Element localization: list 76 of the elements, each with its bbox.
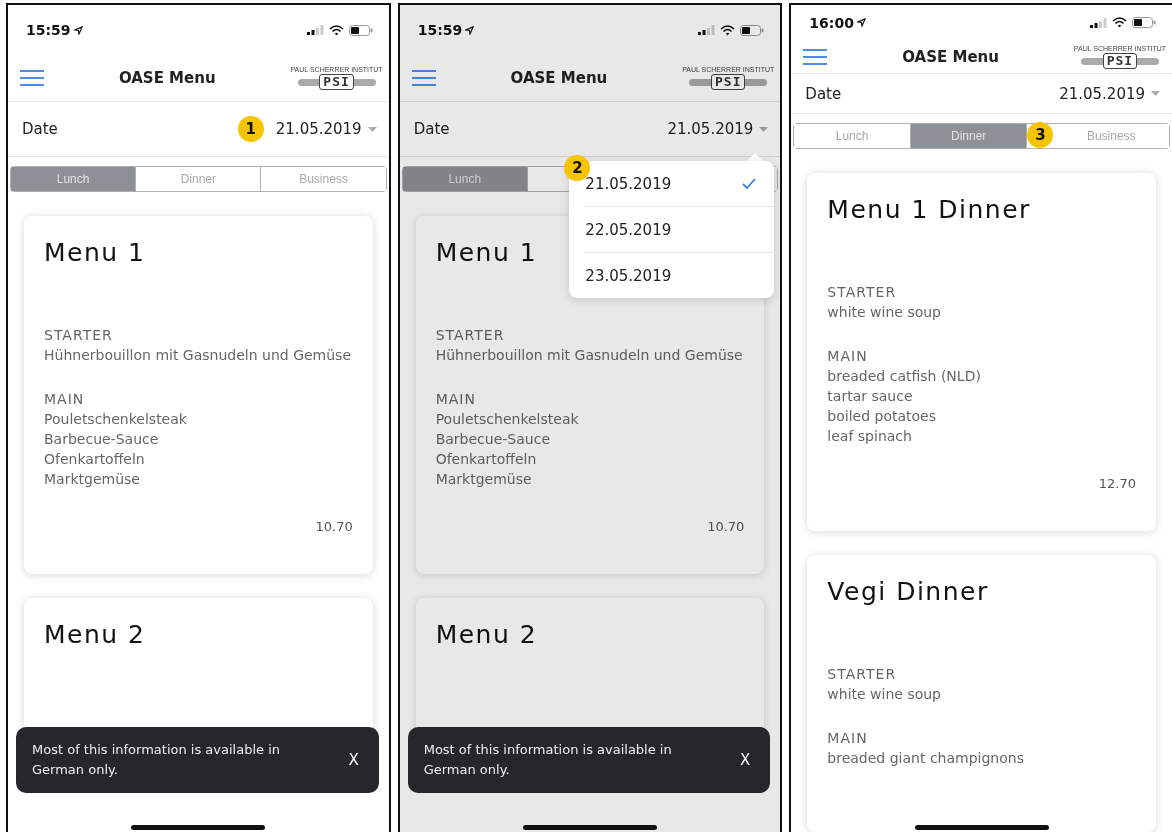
signal-icon	[698, 25, 716, 35]
battery-icon	[740, 24, 765, 36]
menu-title: Menu 1	[44, 238, 147, 267]
battery-icon	[1132, 17, 1156, 29]
wifi-icon	[1112, 17, 1127, 29]
app-title: OASE Menu	[510, 69, 608, 87]
date-label: Date	[22, 120, 59, 138]
toast-message: Most of this information is available in German only.	[423, 741, 673, 779]
dish-text: white wine soup	[827, 303, 942, 322]
dish-text: Ofenkartoffeln	[435, 450, 538, 469]
battery-icon	[348, 24, 373, 36]
date-label: Date	[805, 84, 843, 103]
course-label: STARTER	[44, 326, 114, 345]
dish-text: Pouletschenkelsteak	[44, 410, 188, 429]
wifi-icon	[328, 24, 344, 36]
location-arrow-icon	[73, 25, 83, 35]
menu-price: 10.70	[706, 519, 745, 534]
menu-title: Vegi Dinner	[827, 577, 990, 606]
dish-text: Marktgemüse	[44, 470, 141, 489]
caret-icon	[1151, 91, 1160, 97]
course-label: MAIN	[827, 347, 869, 366]
callout-badge: 1	[237, 116, 264, 142]
date-option[interactable]: 23.05.2019	[585, 253, 775, 298]
menu-title: Menu 2	[44, 620, 147, 649]
location-arrow-icon	[856, 18, 866, 28]
menu-icon[interactable]	[20, 70, 44, 86]
course-label: STARTER	[827, 283, 898, 302]
menu-price: 10.70	[314, 519, 353, 534]
dish-text: Barbecue-Sauce	[44, 430, 160, 449]
institute-logo: PSI	[297, 72, 376, 91]
callout-badge: 3	[1027, 122, 1054, 148]
dish-text: Pouletschenkelsteak	[435, 410, 580, 429]
institute-logo: PSI	[1080, 51, 1159, 70]
dish-text: Barbecue-Sauce	[435, 430, 551, 449]
dish-text: Hühnerbouillon mit Gasnudeln und Gemüse	[435, 346, 744, 365]
menu-price: 12.70	[1097, 476, 1136, 491]
app-title: OASE Menu	[902, 48, 999, 67]
dish-text: breaded catfish (NLD)	[827, 367, 982, 386]
dish-text: Ofenkartoffeln	[44, 450, 146, 469]
status-time: 15:59	[26, 22, 71, 38]
course-label: STARTER	[435, 326, 506, 345]
status-time: 15:59	[417, 22, 463, 38]
date-label: Date	[413, 120, 451, 138]
date-picker[interactable]: 21.05.2019	[667, 120, 769, 138]
dish-text: Hühnerbouillon mit Gasnudeln und Gemüse	[44, 346, 352, 365]
institute-logo: PSI	[689, 72, 768, 91]
menu-title: Menu 2	[435, 620, 539, 649]
caret-icon	[759, 126, 769, 132]
caret-icon	[367, 126, 377, 132]
course-label: MAIN	[827, 729, 869, 748]
course-label: MAIN	[44, 390, 86, 409]
date-option[interactable]: 22.05.2019	[585, 207, 775, 253]
menu-icon[interactable]	[803, 49, 828, 66]
dish-text: leaf spinach	[827, 427, 913, 446]
dish-text: tartar sauce	[827, 387, 914, 406]
dish-text: boiled potatoes	[827, 407, 937, 426]
toast-message: Most of this information is available in German only.	[32, 741, 282, 779]
close-button[interactable]: X	[344, 747, 363, 773]
app-title: OASE Menu	[118, 69, 216, 87]
dish-text: white wine soup	[827, 685, 942, 704]
signal-icon	[306, 25, 324, 35]
date-picker[interactable]: 21.05.2019	[1059, 84, 1160, 103]
menu-icon[interactable]	[411, 70, 436, 86]
course-label: STARTER	[827, 665, 898, 684]
close-button[interactable]: X	[736, 747, 755, 773]
location-arrow-icon	[465, 25, 475, 35]
dish-text: Marktgemüse	[435, 470, 533, 489]
date-option[interactable]: 21.05.2019	[585, 161, 775, 207]
course-label: MAIN	[435, 390, 477, 409]
signal-icon	[1090, 17, 1107, 28]
menu-title: Menu 1	[435, 238, 539, 267]
status-time: 16:00	[809, 14, 854, 31]
dish-text: breaded giant champignons	[827, 749, 1025, 768]
date-picker[interactable]: 21.05.2019	[275, 120, 377, 138]
wifi-icon	[720, 24, 736, 36]
menu-title: Menu 1 Dinner	[827, 195, 1032, 224]
